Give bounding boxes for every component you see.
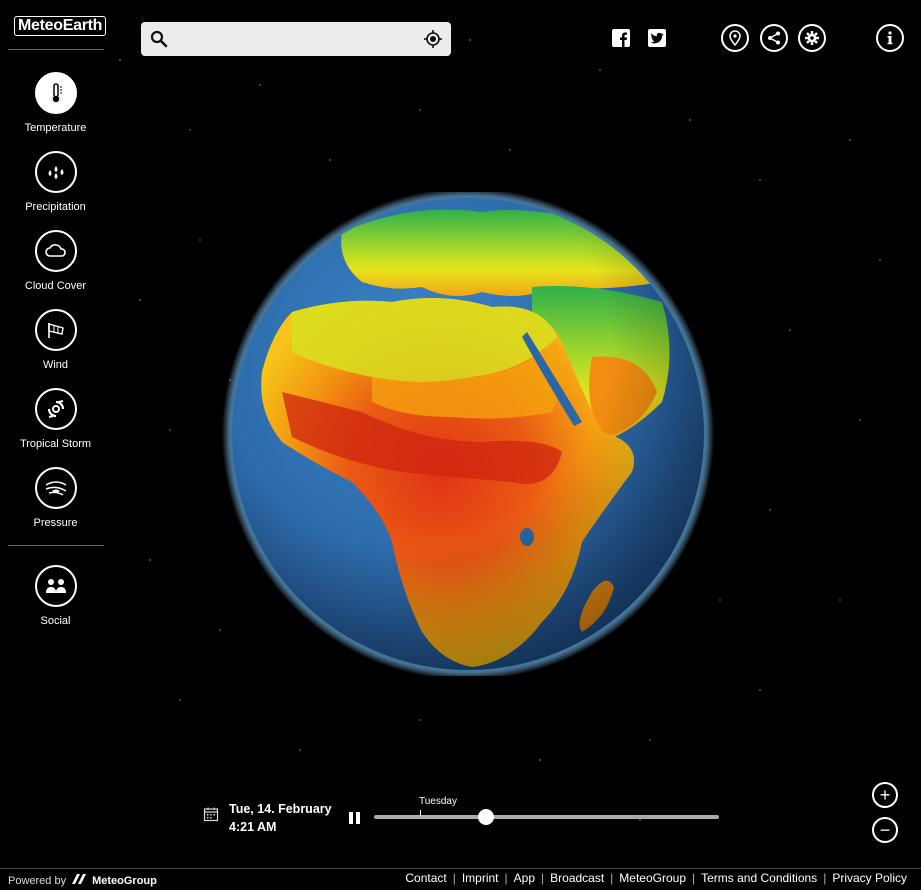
sidebar-item-cloud-cover[interactable]: Cloud Cover [0, 230, 111, 292]
sidebar-item-tropical-storm[interactable]: Tropical Storm [0, 388, 111, 450]
facebook-icon[interactable] [607, 24, 635, 52]
sidebar-item-pressure[interactable]: Pressure [0, 467, 111, 529]
thermometer-icon [34, 72, 77, 114]
sidebar-item-label: Precipitation [25, 201, 86, 213]
zoom-out-button[interactable]: − [872, 817, 898, 843]
timeline-day-label: Tuesday [419, 796, 457, 807]
twitter-icon[interactable] [643, 24, 671, 52]
timeline-time: 4:21 AM [229, 820, 277, 834]
sidebar-item-temperature[interactable]: Temperature [0, 72, 111, 134]
sidebar-item-precipitation[interactable]: Precipitation [0, 151, 111, 213]
sidebar-divider [8, 49, 104, 50]
sidebar-item-label: Social [40, 615, 71, 627]
sidebar-item-wind[interactable]: Wind [0, 309, 111, 371]
meteoearth-logo[interactable]: MeteoEarth [14, 16, 107, 38]
hurricane-icon [34, 388, 77, 430]
weather-globe[interactable] [222, 188, 714, 680]
people-icon [34, 565, 77, 607]
footer-link-app[interactable]: App [509, 871, 540, 885]
sidebar-item-label: Temperature [24, 122, 87, 134]
sidebar-item-label: Wind [42, 359, 69, 371]
timeline-day-tick [420, 810, 421, 816]
share-icon[interactable] [760, 24, 788, 52]
sidebar-divider [8, 545, 104, 546]
cloud-icon [34, 230, 77, 272]
sidebar-item-label: Pressure [33, 517, 78, 529]
footer-link-meteogroup[interactable]: MeteoGroup [614, 871, 691, 885]
minus-icon: − [879, 820, 891, 840]
timeline-slider[interactable] [374, 815, 719, 819]
footer: Powered by MeteoGroup Contact | Imprint | … [0, 868, 921, 890]
search-input[interactable] [175, 22, 415, 56]
footer-link-contact[interactable]: Contact [400, 871, 451, 885]
sidebar-item-label: Tropical Storm [19, 438, 92, 450]
footer-links: Contact | Imprint | App | Broadcast | MeteoG… [400, 871, 912, 885]
pause-button[interactable] [349, 812, 363, 826]
locate-me-icon[interactable] [423, 29, 443, 54]
timeline-date: Tue, 14. February [229, 802, 332, 816]
search-bar [141, 22, 451, 56]
search-icon[interactable] [150, 30, 168, 53]
raindrops-icon [34, 151, 77, 193]
isobar-icon [34, 467, 77, 509]
powered-by[interactable]: Powered by MeteoGroup [8, 873, 157, 888]
zoom-in-button[interactable]: + [872, 782, 898, 808]
sidebar-item-label: Cloud Cover [24, 280, 87, 292]
windsock-icon [34, 309, 77, 351]
footer-link-imprint[interactable]: Imprint [457, 871, 504, 885]
calendar-icon[interactable] [203, 806, 219, 827]
location-pin-icon[interactable] [721, 24, 749, 52]
pause-icon [349, 812, 353, 824]
footer-link-privacy[interactable]: Privacy Policy [827, 871, 912, 885]
meteogroup-logo-icon [71, 873, 87, 888]
plus-icon: + [879, 785, 891, 805]
sidebar-item-social[interactable]: Social [0, 565, 111, 627]
gear-icon[interactable] [798, 24, 826, 52]
timeline-slider-thumb[interactable] [478, 809, 495, 825]
footer-link-terms[interactable]: Terms and Conditions [696, 871, 822, 885]
footer-link-broadcast[interactable]: Broadcast [545, 871, 609, 885]
info-icon[interactable] [876, 24, 904, 52]
